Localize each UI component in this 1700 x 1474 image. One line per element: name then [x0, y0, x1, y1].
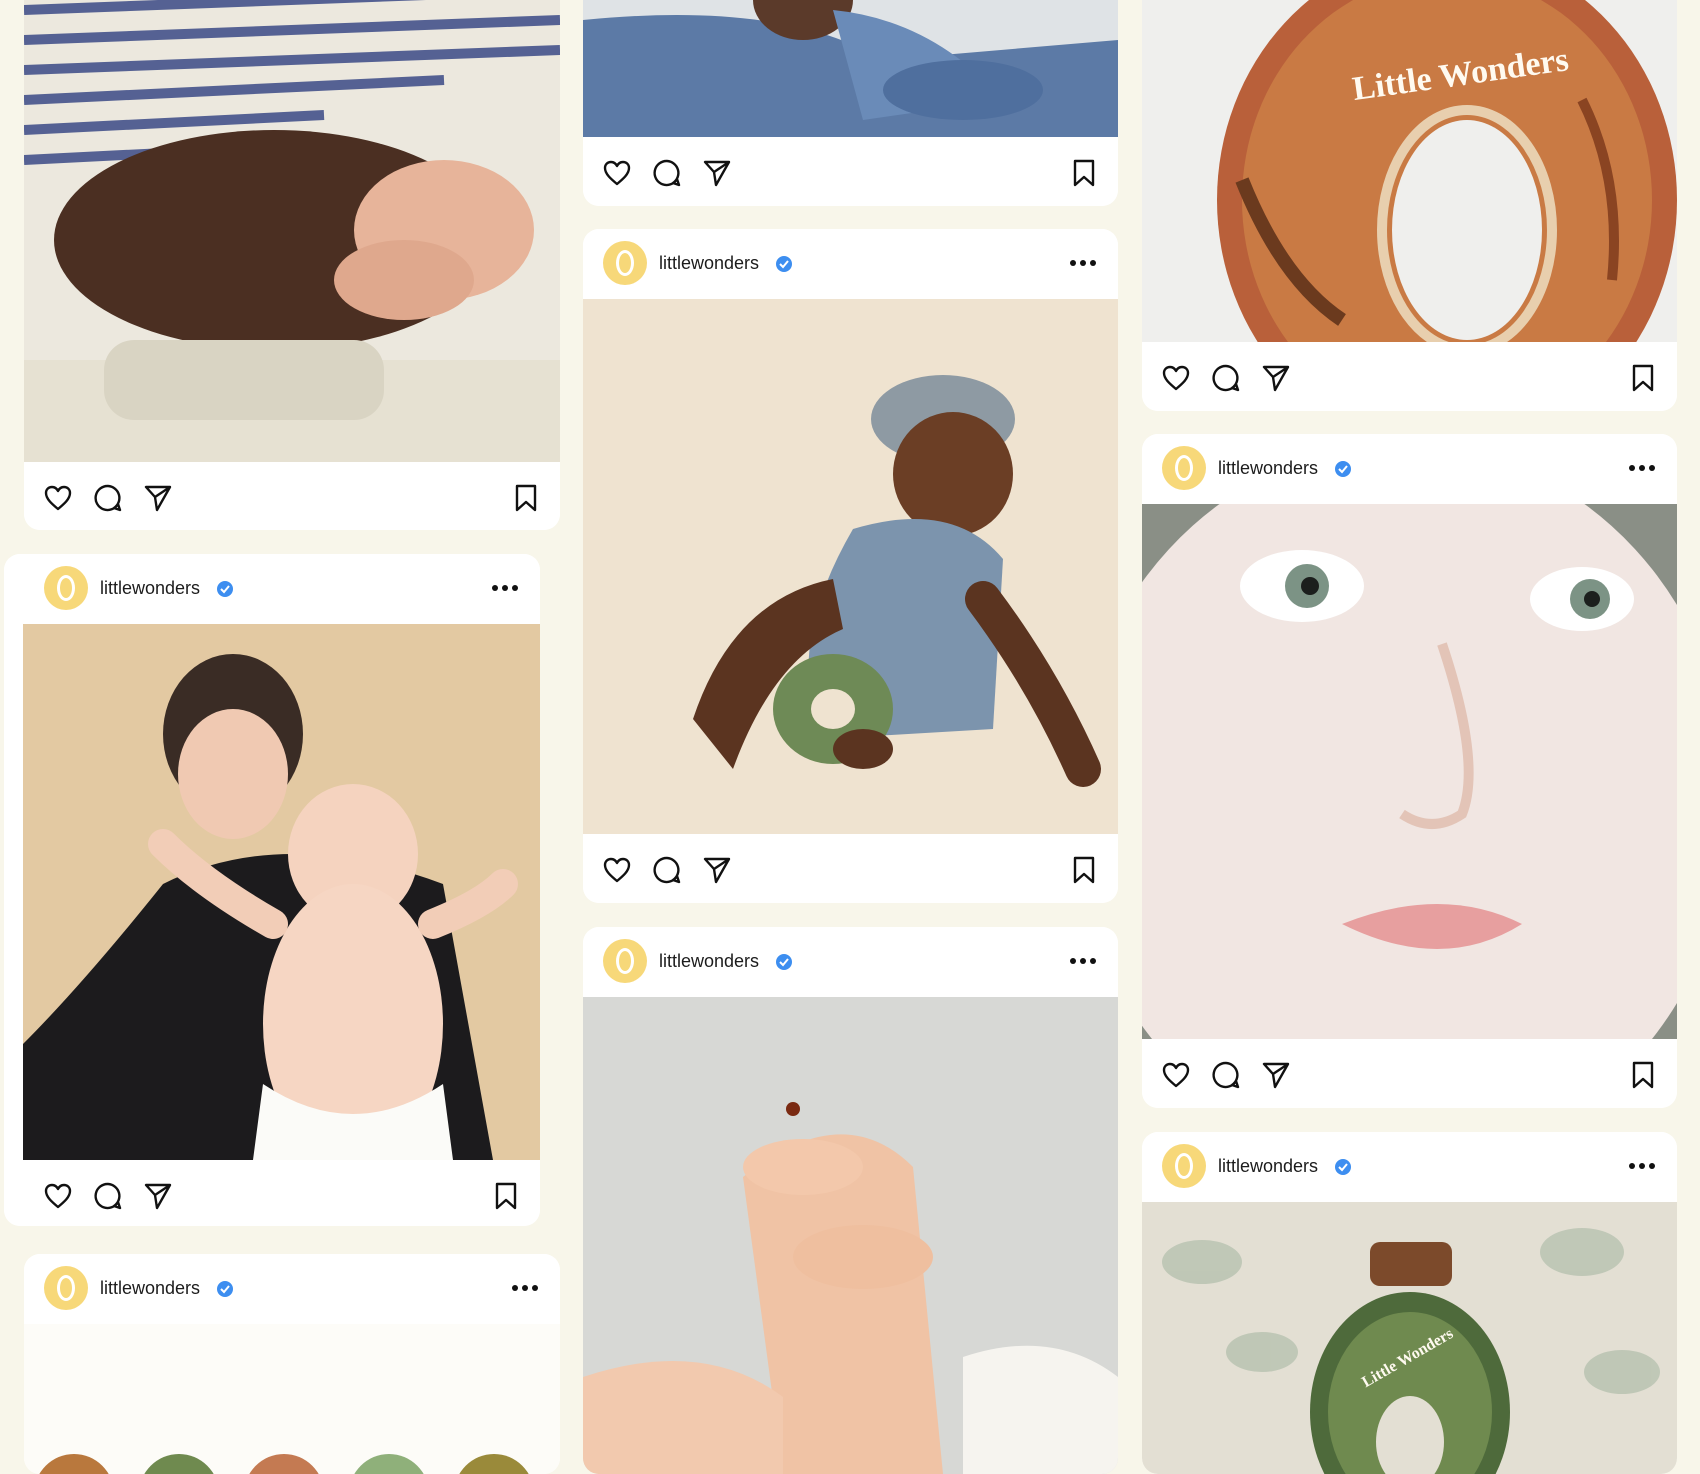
more-options-icon[interactable] — [1068, 949, 1098, 973]
comment-icon[interactable] — [92, 482, 124, 514]
post-actions — [24, 462, 560, 530]
comment-icon[interactable] — [651, 854, 683, 886]
post-image[interactable] — [1142, 504, 1677, 1039]
post-actions — [1142, 342, 1677, 411]
post-card: littlewonders — [24, 1254, 560, 1474]
post-image-art — [24, 1324, 560, 1474]
avatar[interactable] — [1162, 446, 1206, 490]
post-image[interactable] — [583, 997, 1118, 1474]
verified-badge-icon — [217, 581, 233, 597]
bookmark-icon[interactable] — [1627, 1059, 1659, 1091]
post-card — [583, 0, 1118, 206]
verified-badge-icon — [1335, 1159, 1351, 1175]
bookmark-icon[interactable] — [1627, 362, 1659, 394]
heart-icon[interactable] — [42, 482, 74, 514]
verified-badge-icon — [776, 256, 792, 272]
more-options-icon[interactable] — [1627, 1154, 1657, 1178]
post-image-art: Little Wonders — [1142, 0, 1677, 342]
post-actions — [583, 137, 1118, 206]
post-image-art: Little Wonders — [1142, 1202, 1677, 1474]
post-image-art — [1142, 504, 1677, 1039]
comment-icon[interactable] — [1210, 362, 1242, 394]
post-image[interactable] — [583, 0, 1118, 137]
username[interactable]: littlewonders — [1218, 458, 1318, 479]
username[interactable]: littlewonders — [659, 253, 759, 274]
post-header: littlewonders — [1142, 434, 1677, 504]
post-image-art — [583, 997, 1118, 1474]
bookmark-icon[interactable] — [1068, 854, 1100, 886]
heart-icon[interactable] — [601, 854, 633, 886]
post-header: littlewonders — [4, 554, 540, 624]
post-image-art — [24, 0, 560, 462]
avatar[interactable] — [1162, 1144, 1206, 1188]
post-card: littlewonders — [583, 229, 1118, 903]
post-image-art — [583, 299, 1118, 834]
more-options-icon[interactable] — [1627, 456, 1657, 480]
comment-icon[interactable] — [1210, 1059, 1242, 1091]
share-icon[interactable] — [142, 1180, 174, 1212]
share-icon[interactable] — [142, 482, 174, 514]
post-card: littlewonders — [583, 927, 1118, 1474]
post-header: littlewonders — [1142, 1132, 1677, 1202]
verified-badge-icon — [217, 1281, 233, 1297]
bookmark-icon[interactable] — [510, 482, 542, 514]
avatar[interactable] — [44, 566, 88, 610]
heart-icon[interactable] — [1160, 362, 1192, 394]
username[interactable]: littlewonders — [1218, 1156, 1318, 1177]
share-icon[interactable] — [701, 157, 733, 189]
post-header: littlewonders — [24, 1254, 560, 1324]
post-image[interactable]: Little Wonders — [1142, 0, 1677, 342]
post-actions — [583, 834, 1118, 903]
share-icon[interactable] — [1260, 1059, 1292, 1091]
post-image[interactable]: Little Wonders — [1142, 1202, 1677, 1474]
post-card: Little Wonders — [1142, 0, 1677, 411]
share-icon[interactable] — [701, 854, 733, 886]
post-image[interactable] — [583, 299, 1118, 834]
post-card: littlewonders — [4, 554, 540, 1226]
post-card: littlewonders — [1142, 434, 1677, 1108]
heart-icon[interactable] — [601, 157, 633, 189]
post-card — [24, 0, 560, 530]
username[interactable]: littlewonders — [100, 578, 200, 599]
post-card: littlewonders Little Wonders — [1142, 1132, 1677, 1474]
post-image-art — [583, 0, 1118, 137]
more-options-icon[interactable] — [1068, 251, 1098, 275]
more-options-icon[interactable] — [510, 1276, 540, 1300]
verified-badge-icon — [776, 954, 792, 970]
comment-icon[interactable] — [92, 1180, 124, 1212]
share-icon[interactable] — [1260, 362, 1292, 394]
post-actions — [4, 1160, 540, 1226]
post-actions — [1142, 1039, 1677, 1108]
avatar[interactable] — [603, 939, 647, 983]
avatar[interactable] — [603, 241, 647, 285]
avatar[interactable] — [44, 1266, 88, 1310]
username[interactable]: littlewonders — [100, 1278, 200, 1299]
verified-badge-icon — [1335, 461, 1351, 477]
username[interactable]: littlewonders — [659, 951, 759, 972]
heart-icon[interactable] — [1160, 1059, 1192, 1091]
post-image[interactable] — [24, 1324, 560, 1474]
heart-icon[interactable] — [42, 1180, 74, 1212]
comment-icon[interactable] — [651, 157, 683, 189]
post-image-art — [23, 624, 540, 1160]
post-image[interactable] — [24, 0, 560, 462]
post-image[interactable] — [23, 624, 540, 1160]
post-header: littlewonders — [583, 927, 1118, 997]
bookmark-icon[interactable] — [1068, 157, 1100, 189]
more-options-icon[interactable] — [490, 576, 520, 600]
bookmark-icon[interactable] — [490, 1180, 522, 1212]
post-header: littlewonders — [583, 229, 1118, 299]
